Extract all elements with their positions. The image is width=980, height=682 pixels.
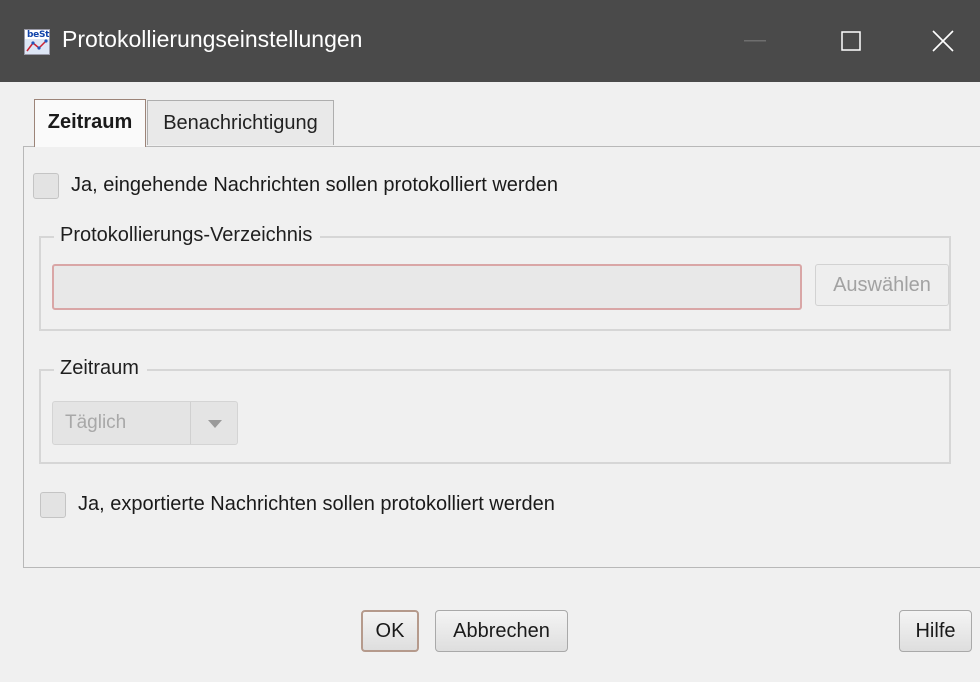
maximize-button[interactable] bbox=[806, 0, 896, 82]
period-dropdown-value: Täglich bbox=[65, 412, 127, 433]
title-bar: beSt Protokollierungseinstellungen bbox=[0, 0, 980, 82]
cancel-button[interactable]: Abbrechen bbox=[435, 610, 568, 652]
tab-benachrichtigung[interactable]: Benachrichtigung bbox=[147, 100, 334, 145]
incoming-log-checkbox[interactable] bbox=[33, 173, 59, 199]
window-title: Protokollierungseinstellungen bbox=[62, 26, 363, 52]
close-icon bbox=[932, 30, 954, 52]
period-dropdown[interactable]: Täglich bbox=[52, 401, 238, 445]
close-button[interactable] bbox=[898, 0, 980, 82]
period-group-title: Zeitraum bbox=[54, 357, 147, 380]
exported-log-label: Ja, exportierte Nachrichten sollen proto… bbox=[78, 493, 555, 515]
dropdown-arrow[interactable] bbox=[190, 402, 239, 444]
help-button[interactable]: Hilfe bbox=[899, 610, 972, 652]
tab-zeitraum[interactable]: Zeitraum bbox=[34, 99, 146, 147]
minimize-button[interactable] bbox=[710, 0, 800, 82]
ok-button[interactable]: OK bbox=[361, 610, 419, 652]
maximize-icon bbox=[841, 31, 861, 51]
chevron-down-icon bbox=[208, 420, 222, 428]
app-icon: beSt bbox=[24, 29, 50, 55]
select-directory-button[interactable]: Auswählen bbox=[815, 264, 949, 306]
incoming-log-label: Ja, eingehende Nachrichten sollen protok… bbox=[71, 174, 558, 196]
app-icon-graphic bbox=[25, 39, 49, 54]
directory-group-title: Protokollierungs-Verzeichnis bbox=[54, 224, 321, 247]
minimize-icon bbox=[744, 40, 766, 42]
directory-path-input[interactable] bbox=[52, 264, 802, 310]
exported-log-checkbox[interactable] bbox=[40, 492, 66, 518]
